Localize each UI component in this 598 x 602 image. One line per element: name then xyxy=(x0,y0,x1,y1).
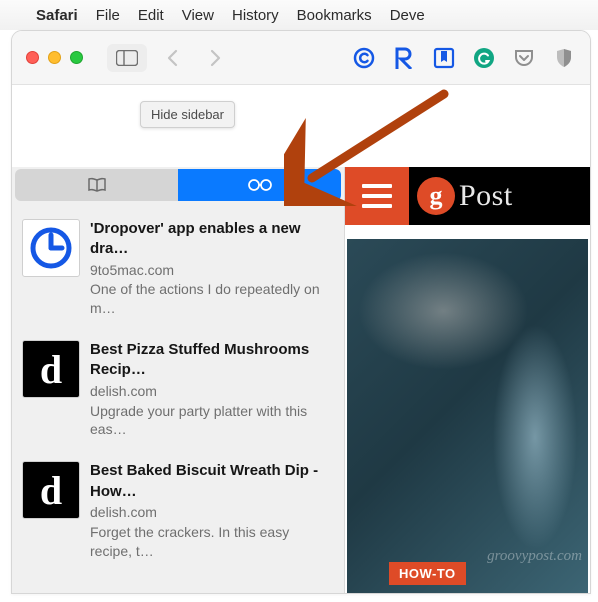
menu-edit[interactable]: Edit xyxy=(138,7,164,24)
close-window-button[interactable] xyxy=(26,51,39,64)
item-preview: Forget the crackers. In this easy recipe… xyxy=(90,523,334,561)
menu-develop[interactable]: Deve xyxy=(390,7,425,24)
sidebar-tabstrip xyxy=(15,169,341,201)
extension-pocket-icon[interactable] xyxy=(512,46,536,70)
hero-category-badge: HOW-TO xyxy=(389,562,466,585)
window-content: 'Dropover' app enables a new dra… 9to5ma… xyxy=(12,167,590,593)
item-thumbnail: d xyxy=(22,340,80,398)
site-logo-text: Post xyxy=(459,179,513,213)
item-body: Best Pizza Stuffed Mushrooms Recip… deli… xyxy=(90,340,334,439)
chevron-left-icon xyxy=(166,49,180,67)
sidebar-tab-reading-list[interactable] xyxy=(178,169,341,201)
webpage-viewport: g Post groovypost.com HOW-TO xyxy=(345,167,590,593)
item-title: Best Baked Biscuit Wreath Dip - How… xyxy=(90,461,334,502)
safari-sidebar: 'Dropover' app enables a new dra… 9to5ma… xyxy=(12,167,345,593)
toolbar-extensions xyxy=(352,46,576,70)
extension-grammarly-icon[interactable] xyxy=(472,46,496,70)
item-body: Best Baked Biscuit Wreath Dip - How… del… xyxy=(90,461,334,560)
reading-list-item[interactable]: 'Dropover' app enables a new dra… 9to5ma… xyxy=(12,209,344,330)
menu-view[interactable]: View xyxy=(182,7,214,24)
menu-safari[interactable]: Safari xyxy=(36,7,78,24)
reading-list-item[interactable]: d Best Baked Biscuit Wreath Dip - How… d… xyxy=(12,451,344,572)
menu-file[interactable]: File xyxy=(96,7,120,24)
mac-menubar: Safari File Edit View History Bookmarks … xyxy=(0,0,598,30)
site-menu-button[interactable] xyxy=(345,167,409,225)
item-thumbnail xyxy=(22,219,80,277)
site-logo-mark: g xyxy=(417,177,455,215)
window-controls xyxy=(26,51,83,64)
extension-c-icon[interactable] xyxy=(352,46,376,70)
extension-r-icon[interactable] xyxy=(392,46,416,70)
sidebar-icon xyxy=(116,50,138,66)
toggle-sidebar-button[interactable] xyxy=(107,44,147,72)
item-domain: delish.com xyxy=(90,382,334,401)
chevron-right-icon xyxy=(208,49,222,67)
back-button[interactable] xyxy=(157,44,189,72)
menu-bookmarks[interactable]: Bookmarks xyxy=(297,7,372,24)
hero-watermark: groovypost.com xyxy=(487,548,582,565)
item-body: 'Dropover' app enables a new dra… 9to5ma… xyxy=(90,219,334,318)
item-thumbnail: d xyxy=(22,461,80,519)
item-preview: Upgrade your party platter with this eas… xyxy=(90,402,334,440)
zoom-window-button[interactable] xyxy=(70,51,83,64)
glasses-icon xyxy=(247,178,273,192)
reading-list-item[interactable]: d Best Pizza Stuffed Mushrooms Recip… de… xyxy=(12,330,344,451)
item-domain: delish.com xyxy=(90,503,334,522)
sidebar-tab-bookmarks[interactable] xyxy=(15,169,178,201)
safari-window: Hide sidebar xyxy=(11,30,591,594)
extension-shield-icon[interactable] xyxy=(552,46,576,70)
item-title: Best Pizza Stuffed Mushrooms Recip… xyxy=(90,340,334,381)
site-header: g Post xyxy=(345,167,590,225)
item-domain: 9to5mac.com xyxy=(90,261,334,280)
hero-image xyxy=(347,239,588,593)
item-title: 'Dropover' app enables a new dra… xyxy=(90,219,334,260)
site-logo[interactable]: g Post xyxy=(409,167,590,225)
sidebar-tooltip: Hide sidebar xyxy=(140,101,235,128)
clock-icon xyxy=(29,226,73,270)
menu-history[interactable]: History xyxy=(232,7,279,24)
hero-article[interactable]: groovypost.com HOW-TO xyxy=(347,239,588,593)
forward-button[interactable] xyxy=(199,44,231,72)
book-icon xyxy=(87,177,107,193)
safari-toolbar xyxy=(12,31,590,85)
extension-bookmark-icon[interactable] xyxy=(432,46,456,70)
item-preview: One of the actions I do repeatedly on m… xyxy=(90,280,334,318)
minimize-window-button[interactable] xyxy=(48,51,61,64)
reading-list: 'Dropover' app enables a new dra… 9to5ma… xyxy=(12,203,344,593)
